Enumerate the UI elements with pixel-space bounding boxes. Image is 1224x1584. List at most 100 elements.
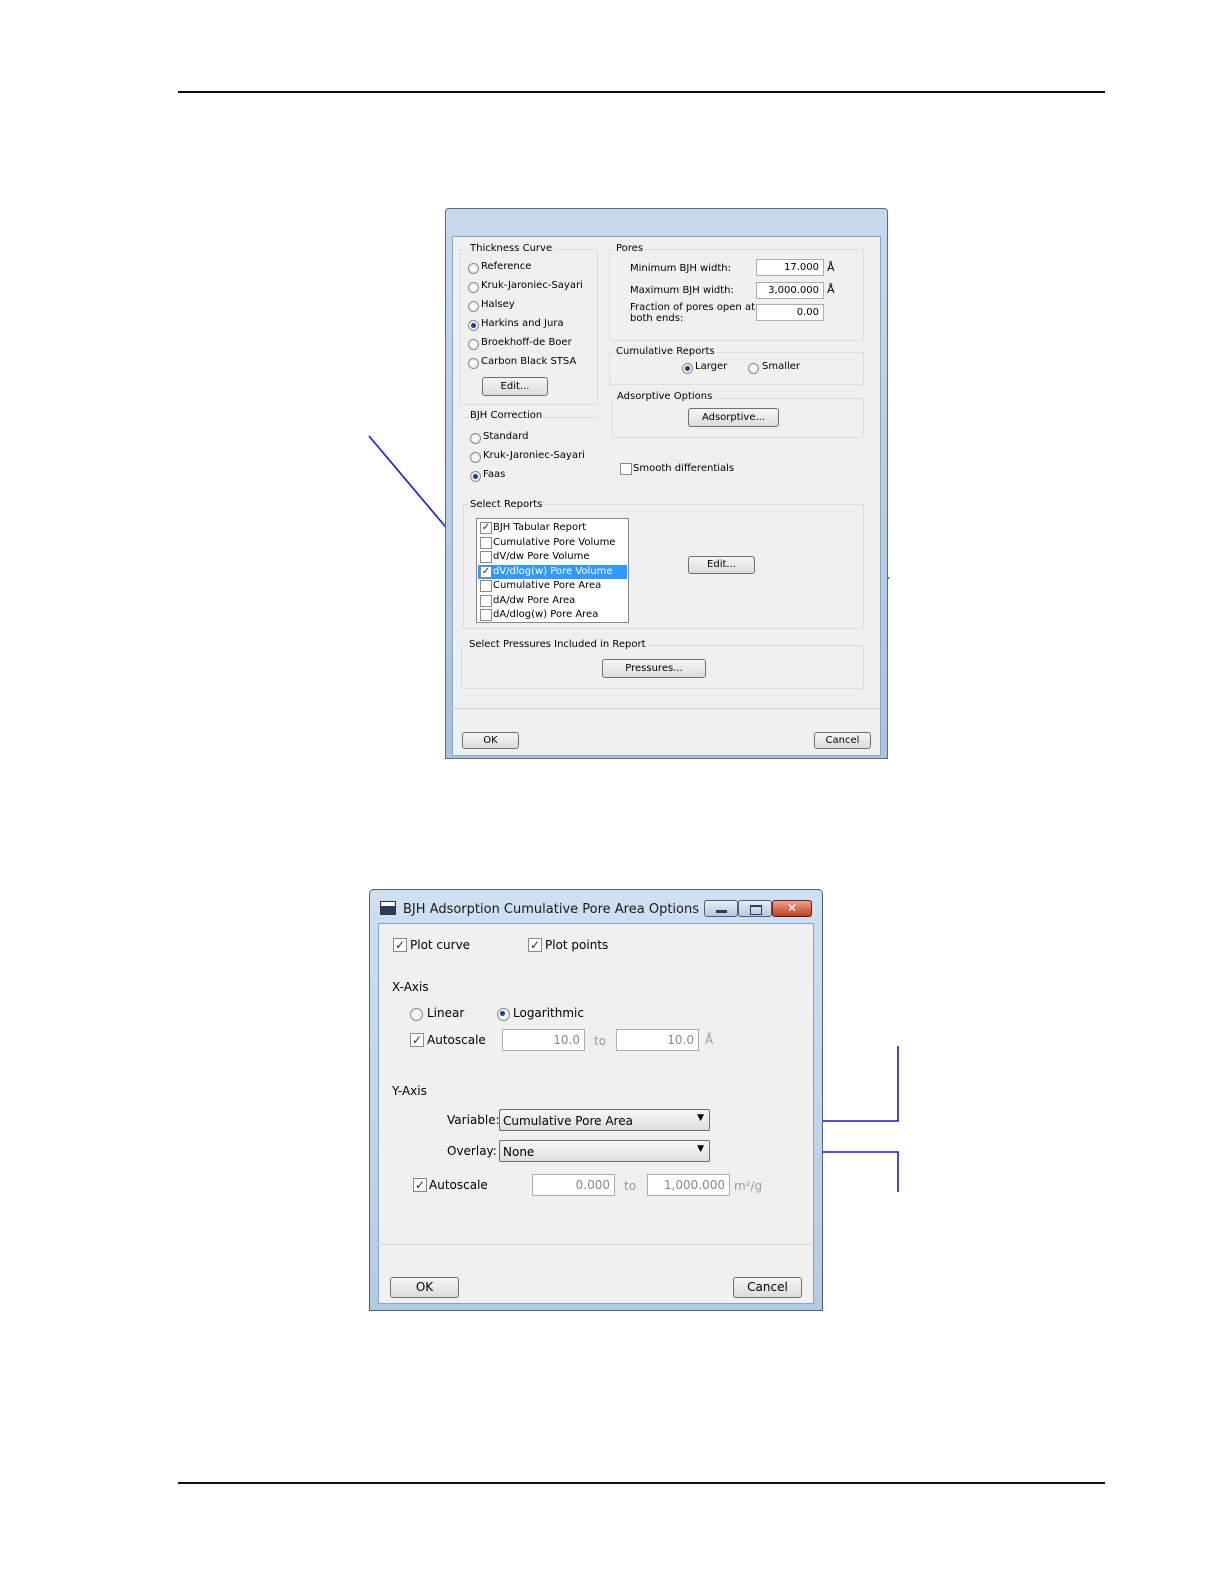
checkmark-icon[interactable]: ✓ xyxy=(480,565,492,578)
report-label: dA/dlog(w) Pore Area xyxy=(493,609,599,620)
option-label: Standard xyxy=(483,431,529,442)
radio-icon[interactable] xyxy=(470,452,481,463)
pressures-button[interactable]: Pressures... xyxy=(602,659,706,678)
reports-edit-button[interactable]: Edit... xyxy=(688,556,755,574)
checkbox-icon[interactable] xyxy=(480,536,492,549)
y-max-input[interactable]: 1,000.000 xyxy=(647,1174,730,1196)
checkmark-icon[interactable]: ✓ xyxy=(413,1178,427,1192)
report-list-item[interactable]: ✓ BJH Tabular Report xyxy=(478,521,627,535)
ok-button[interactable]: OK xyxy=(462,732,519,749)
smaller-label: Smaller xyxy=(762,361,801,372)
radio-icon[interactable] xyxy=(468,282,479,293)
logarithmic-label: Logarithmic xyxy=(513,1006,584,1020)
radio-selected-icon[interactable] xyxy=(468,320,479,331)
reports-listbox[interactable]: ✓ BJH Tabular Report Cumulative Pore Volum… xyxy=(476,518,629,623)
pressures-title: Select Pressures Included in Report xyxy=(467,639,648,650)
radio-icon[interactable] xyxy=(468,301,479,312)
y-min-input[interactable]: 0.000 xyxy=(532,1174,615,1196)
larger-label: Larger xyxy=(695,361,728,372)
thickness-curve-title: Thickness Curve xyxy=(468,243,555,254)
min-width-input[interactable]: 17.000 xyxy=(756,259,824,276)
report-label: dV/dw Pore Volume xyxy=(493,551,590,562)
report-label: Cumulative Pore Volume xyxy=(493,536,616,548)
linear-label: Linear xyxy=(427,1006,465,1020)
plot-points-label: Plot points xyxy=(545,938,609,952)
fraction-label-line1: Fraction of pores open at xyxy=(630,302,755,313)
radio-icon[interactable] xyxy=(470,433,481,444)
variable-dropdown[interactable]: Cumulative Pore Area ▼ xyxy=(499,1109,710,1131)
cancel-button[interactable]: Cancel xyxy=(733,1277,802,1298)
option-label: Carbon Black STSA xyxy=(481,356,577,367)
option-label: Kruk-Jaroniec-Sayari xyxy=(483,450,585,461)
checkmark-icon[interactable]: ✓ xyxy=(393,938,407,952)
option-label: Reference xyxy=(481,261,532,272)
radio-icon[interactable] xyxy=(468,263,479,274)
plot-curve-label: Plot curve xyxy=(410,938,471,952)
option-label: Kruk-Jaroniec-Sayari xyxy=(481,280,583,291)
button-bar-divider xyxy=(452,708,880,709)
radio-icon[interactable] xyxy=(468,339,479,350)
x-axis-title: X-Axis xyxy=(392,980,429,994)
report-list-item[interactable]: dA/dw Pore Area xyxy=(478,594,627,608)
x-autoscale-label: Autoscale xyxy=(427,1033,486,1047)
dialog1-content: Thickness Curve Reference Kruk-Jaroniec-… xyxy=(452,236,880,752)
option-label: Broekhoff-de Boer xyxy=(481,337,572,348)
checkmark-icon[interactable]: ✓ xyxy=(410,1033,424,1047)
smooth-label: Smooth differentials xyxy=(633,463,735,474)
max-width-input[interactable]: 3,000.000 xyxy=(756,282,824,299)
checkbox-icon[interactable] xyxy=(480,609,492,621)
adsorptive-button[interactable]: Adsorptive... xyxy=(688,408,779,427)
y-unit-label: m²/g xyxy=(734,1179,763,1193)
variable-value: Cumulative Pore Area xyxy=(503,1114,633,1128)
x-unit-label: Å xyxy=(705,1033,714,1047)
y-to-label: to xyxy=(624,1179,637,1193)
min-width-label: Minimum BJH width: xyxy=(630,263,731,274)
radio-icon[interactable] xyxy=(468,358,479,369)
checkbox-icon[interactable] xyxy=(480,594,492,607)
radio-icon[interactable] xyxy=(748,363,759,374)
thickness-edit-button[interactable]: Edit... xyxy=(482,377,548,396)
ok-button[interactable]: OK xyxy=(390,1277,459,1298)
option-label: Harkins and Jura xyxy=(481,318,564,329)
report-list-item[interactable]: Cumulative Pore Volume xyxy=(478,536,627,550)
dialog2-content: ✓ Plot curve ✓ Plot points X-Axis Linear… xyxy=(377,922,813,1303)
maximize-button[interactable] xyxy=(738,900,772,917)
chevron-down-icon: ▼ xyxy=(697,1144,704,1154)
report-label: Cumulative Pore Area xyxy=(493,580,602,591)
report-list-item[interactable]: dA/dlog(w) Pore Area xyxy=(478,608,627,622)
radio-selected-icon[interactable] xyxy=(470,471,481,482)
overlay-label: Overlay: xyxy=(447,1144,497,1158)
cancel-button[interactable]: Cancel xyxy=(814,732,871,749)
minimize-button[interactable] xyxy=(704,900,738,917)
dialog2-title: BJH Adsorption Cumulative Pore Area Opti… xyxy=(403,902,699,917)
y-autoscale-label: Autoscale xyxy=(429,1178,488,1192)
x-min-input[interactable]: 10.0 xyxy=(502,1029,585,1051)
overlay-value: None xyxy=(503,1145,535,1159)
radio-icon[interactable] xyxy=(410,1008,423,1021)
x-to-label: to xyxy=(594,1034,607,1048)
overlay-dropdown[interactable]: None ▼ xyxy=(499,1140,710,1162)
max-width-label: Maximum BJH width: xyxy=(630,285,734,296)
checkbox-icon[interactable] xyxy=(620,463,632,475)
cumulative-reports-title: Cumulative Reports xyxy=(614,346,717,357)
bjh-correction-title: BJH Correction xyxy=(468,410,545,421)
close-button[interactable]: ✕ xyxy=(772,900,812,917)
fraction-input[interactable]: 0.00 xyxy=(756,304,824,321)
report-label: BJH Tabular Report xyxy=(493,522,587,533)
select-reports-title: Select Reports xyxy=(468,499,545,510)
maximize-icon xyxy=(750,905,762,915)
x-max-input[interactable]: 10.0 xyxy=(616,1029,699,1051)
report-label: dA/dw Pore Area xyxy=(493,594,576,606)
checkmark-icon[interactable]: ✓ xyxy=(480,522,492,534)
close-icon: ✕ xyxy=(786,901,798,915)
chevron-down-icon: ▼ xyxy=(697,1113,704,1123)
checkbox-icon[interactable] xyxy=(480,580,492,592)
button-bar-divider xyxy=(377,1244,813,1245)
checkmark-icon[interactable]: ✓ xyxy=(528,938,542,952)
report-list-item[interactable]: dV/dw Pore Volume xyxy=(478,550,627,564)
report-list-item[interactable]: ✓ dV/dlog(w) Pore Volume xyxy=(478,564,627,579)
report-list-item[interactable]: Cumulative Pore Area xyxy=(478,579,627,593)
checkbox-icon[interactable] xyxy=(480,551,492,563)
radio-selected-icon[interactable] xyxy=(497,1008,510,1021)
radio-selected-icon[interactable] xyxy=(682,363,693,374)
